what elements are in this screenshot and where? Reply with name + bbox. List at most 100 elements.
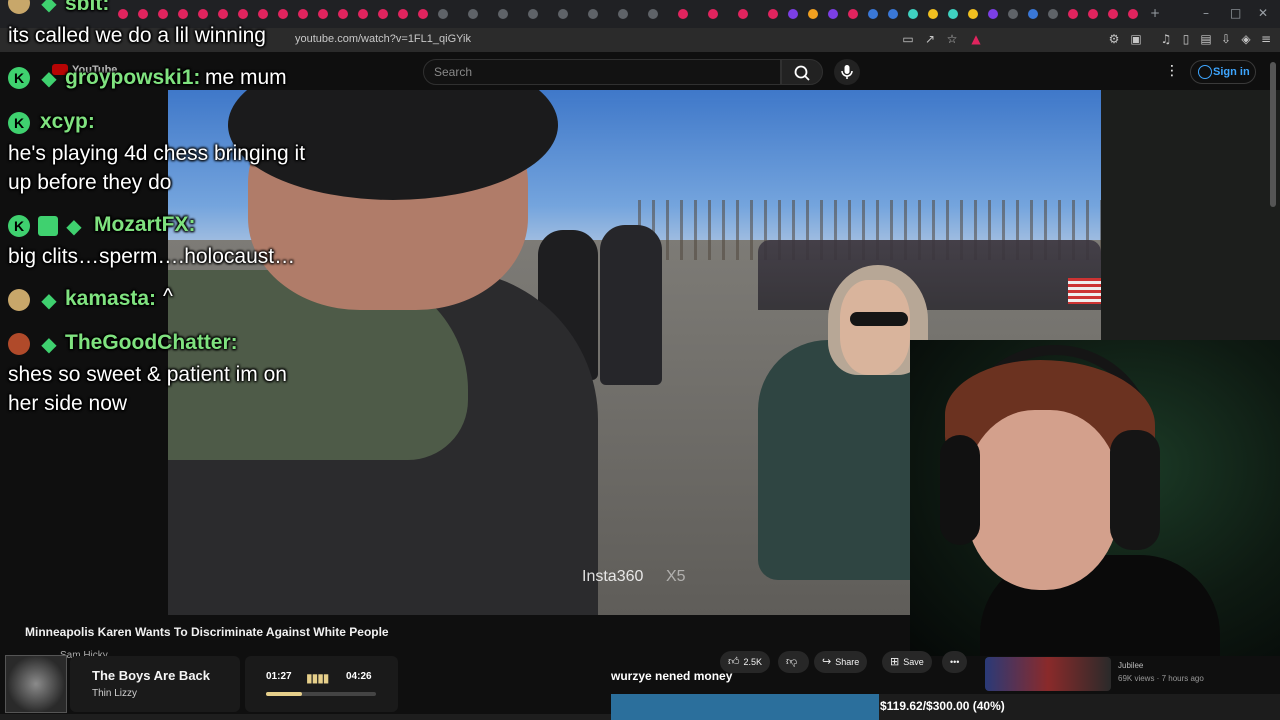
kick-badge-icon: K <box>8 215 30 237</box>
share-label: Share <box>835 657 860 667</box>
album-art <box>5 655 67 713</box>
screenshot-icon[interactable]: ▣ <box>1128 31 1144 47</box>
video-scene <box>600 225 662 385</box>
video-title: Minneapolis Karen Wants To Discriminate … <box>25 625 389 639</box>
sidebar-icon[interactable]: ▯ <box>1178 31 1194 47</box>
tab-favicon[interactable] <box>1008 9 1018 19</box>
search-input[interactable]: Search <box>423 59 781 85</box>
tab-favicon[interactable] <box>1108 9 1118 19</box>
tab-favicon[interactable] <box>588 9 598 19</box>
extensions-icon[interactable]: ⚙ <box>1106 31 1122 47</box>
subscriber-badge-icon: ◆ <box>66 214 82 238</box>
goal-label: wurzye nened money <box>611 669 733 683</box>
tab-favicon[interactable] <box>828 9 838 19</box>
account-icon <box>1198 65 1212 79</box>
tab-favicon[interactable] <box>1088 9 1098 19</box>
share-page-icon[interactable]: ↗ <box>922 31 938 47</box>
like-count: 2.5K <box>743 657 763 667</box>
minimize-icon[interactable]: – <box>1203 6 1209 20</box>
tab-favicon[interactable] <box>968 9 978 19</box>
song-progress-fill <box>266 692 303 696</box>
dislike-button[interactable]: 👎︎ <box>778 651 810 673</box>
chat-message: me mum <box>205 66 287 89</box>
tab-favicon[interactable] <box>948 9 958 19</box>
emote-badge-icon <box>8 0 30 14</box>
save-label: Save <box>903 657 924 667</box>
tab-favicon[interactable] <box>1048 9 1058 19</box>
emote-badge-icon <box>8 289 30 311</box>
streamer-webcam <box>910 340 1280 656</box>
related-video-thumbnail[interactable] <box>985 657 1111 691</box>
kick-badge-icon: K <box>8 112 30 134</box>
kick-badge-icon: K <box>8 67 30 89</box>
save-button[interactable]: ⊞ Save <box>882 651 932 673</box>
tab-favicon[interactable] <box>648 9 658 19</box>
tab-favicon[interactable] <box>528 9 538 19</box>
tab-favicon[interactable] <box>558 9 568 19</box>
song-artist: Thin Lizzy <box>92 688 138 699</box>
taskbar-strip <box>0 714 611 720</box>
now-playing-panel <box>70 656 240 712</box>
maximize-icon[interactable]: □ <box>1230 6 1241 20</box>
tab-favicon[interactable] <box>988 9 998 19</box>
downloads-icon[interactable]: ⇩ <box>1218 31 1234 47</box>
more-options-icon[interactable]: ⋮ <box>1164 63 1180 81</box>
donation-goal-fill <box>611 694 879 720</box>
tab-favicon[interactable] <box>738 9 748 19</box>
chat-username: kamasta: <box>65 287 157 310</box>
tab-favicon[interactable] <box>708 9 718 19</box>
page-scrollbar[interactable] <box>1270 62 1276 207</box>
microphone-icon <box>841 65 853 79</box>
subscriber-badge-icon: ◆ <box>41 288 57 312</box>
tab-favicon[interactable] <box>768 9 778 19</box>
tab-favicon[interactable] <box>1128 9 1138 19</box>
tab-favicon[interactable] <box>788 9 798 19</box>
tab-favicon[interactable] <box>848 9 858 19</box>
tab-favicon[interactable] <box>928 9 938 19</box>
brave-shield-icon[interactable]: ▲ <box>968 31 984 47</box>
video-scene <box>1068 278 1101 304</box>
chat-username: sbit: <box>65 0 110 15</box>
tab-favicon[interactable] <box>868 9 878 19</box>
chat-message: ^ <box>163 285 173 308</box>
tab-favicon[interactable] <box>678 9 688 19</box>
chat-message: its called we do a lil winning <box>8 24 266 47</box>
emote-badge-icon <box>8 333 30 355</box>
chat-message: her side now <box>8 392 128 415</box>
bookmark-icon[interactable]: ☆ <box>944 31 960 47</box>
voice-search-button[interactable] <box>834 59 860 85</box>
video-scene <box>850 312 908 326</box>
donation-goal-text: $119.62/$300.00 (40%) <box>880 699 1005 713</box>
media-icon[interactable]: ♫ <box>1158 31 1174 47</box>
song-duration: 04:26 <box>346 671 372 682</box>
browser-menu-icon[interactable]: ≡ <box>1258 31 1274 47</box>
tab-favicon[interactable] <box>908 9 918 19</box>
more-icon: ••• <box>950 657 960 667</box>
song-title: The Boys Are Back <box>92 668 211 683</box>
webcam-scene <box>1110 430 1160 550</box>
tab-favicon[interactable] <box>618 9 628 19</box>
new-tab-icon[interactable]: + <box>1150 6 1160 20</box>
tab-favicon[interactable] <box>468 9 478 19</box>
wallet-icon[interactable]: ▤ <box>1198 31 1214 47</box>
tab-favicon[interactable] <box>808 9 818 19</box>
song-elapsed: 01:27 <box>266 671 292 682</box>
video-scene <box>840 280 910 375</box>
video-watermark-model: X5 <box>666 568 686 585</box>
tab-favicon[interactable] <box>888 9 898 19</box>
thumbs-down-icon: 👎︎ <box>786 655 798 668</box>
save-icon: ⊞ <box>890 655 900 668</box>
tab-favicon[interactable] <box>1068 9 1078 19</box>
tab-favicon[interactable] <box>438 9 448 19</box>
search-button[interactable] <box>781 59 823 85</box>
more-actions-button[interactable]: ••• <box>942 651 968 673</box>
vpn-icon[interactable]: ◈ <box>1238 31 1254 47</box>
subscriber-badge-icon: ◆ <box>41 0 57 15</box>
tab-favicon[interactable] <box>1028 9 1038 19</box>
install-app-icon[interactable]: ▭ <box>900 31 916 47</box>
related-video-channel[interactable]: Jubilee <box>1118 661 1143 670</box>
related-video-meta: 69K views · 7 hours ago <box>1118 674 1204 683</box>
share-button[interactable]: ↪ Share <box>814 651 868 673</box>
tab-favicon[interactable] <box>498 9 508 19</box>
close-window-icon[interactable]: ✕ <box>1258 6 1268 20</box>
